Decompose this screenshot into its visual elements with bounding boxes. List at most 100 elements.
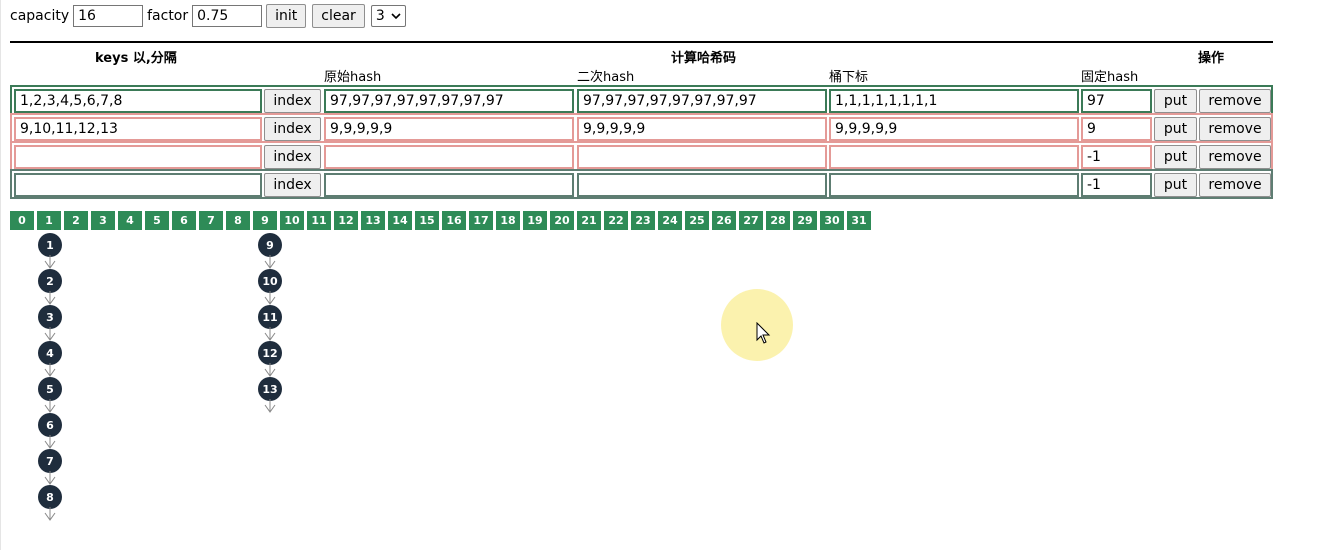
bucket-cell: 31 [847, 211, 871, 230]
bucket-cell: 19 [523, 211, 547, 230]
bucket-chain: 9 10 11 12 13 [258, 233, 282, 413]
bucket-cell: 30 [820, 211, 844, 230]
table-row: index -1 put remove [10, 141, 1273, 171]
bucket-cell: 25 [685, 211, 709, 230]
bucket-index-field[interactable] [829, 145, 1079, 169]
fixed-hash-input[interactable]: -1 [1081, 145, 1152, 169]
chain-node: 8 [38, 485, 62, 509]
bucket-strip: 0 1 2 3 4 5 6 7 8 9 10 11 12 13 14 15 16 17 18 19 20 21 22 23 24… [10, 211, 871, 230]
chain-node-wrap: 5 [38, 377, 62, 413]
keys-input[interactable]: 9,10,11,12,13 [14, 117, 262, 141]
page-left-border [0, 0, 1, 550]
bucket-cell: 18 [496, 211, 520, 230]
bucket-cell: 24 [658, 211, 682, 230]
remove-button[interactable]: remove [1199, 145, 1271, 169]
arrow-down-icon [44, 255, 56, 269]
chain-node: 7 [38, 449, 62, 473]
bucket-cell: 3 [91, 211, 115, 230]
bucket-cell: 12 [334, 211, 358, 230]
bucket-cell: 8 [226, 211, 250, 230]
subheader-raw-hash: 原始hash [324, 70, 382, 85]
bucket-cell: 1 [37, 211, 61, 230]
arrow-down-icon [264, 327, 276, 341]
table-row: 1,2,3,4,5,6,7,8 index 97,97,97,97,97,97,… [10, 85, 1273, 115]
bucket-index-field[interactable]: 9,9,9,9,9 [829, 117, 1079, 141]
remove-button[interactable]: remove [1199, 117, 1271, 141]
chain-node-wrap: 10 [258, 269, 282, 305]
chain-node: 11 [258, 305, 282, 329]
second-hash-field[interactable]: 97,97,97,97,97,97,97,97 [577, 89, 827, 113]
bucket-cell: 16 [442, 211, 466, 230]
bucket-cell: 0 [10, 211, 34, 230]
arrow-down-icon [264, 255, 276, 269]
bucket-cell: 27 [739, 211, 763, 230]
second-hash-field[interactable]: 9,9,9,9,9 [577, 117, 827, 141]
bucket-cell: 4 [118, 211, 142, 230]
header-operations: 操作 [1198, 51, 1225, 66]
table-row: 9,10,11,12,13 index 9,9,9,9,9 9,9,9,9,9 … [10, 113, 1273, 143]
bucket-cell: 23 [631, 211, 655, 230]
index-button[interactable]: index [264, 145, 321, 169]
chain-node-wrap: 7 [38, 449, 62, 485]
bucket-cell: 10 [280, 211, 304, 230]
chain-node-wrap: 9 [258, 233, 282, 269]
chain-node-wrap: 4 [38, 341, 62, 377]
raw-hash-field[interactable] [324, 173, 574, 197]
chain-node: 4 [38, 341, 62, 365]
arrow-down-icon [44, 399, 56, 413]
table-row: index -1 put remove [10, 169, 1273, 199]
fixed-hash-input[interactable]: 9 [1081, 117, 1152, 141]
bucket-cell: 17 [469, 211, 493, 230]
clear-button[interactable]: clear [312, 4, 365, 28]
chain-node: 12 [258, 341, 282, 365]
chain-node: 3 [38, 305, 62, 329]
bucket-cell: 7 [199, 211, 223, 230]
arrow-down-icon [264, 399, 276, 413]
arrow-down-icon [44, 291, 56, 305]
chain-node: 1 [38, 233, 62, 257]
index-button[interactable]: index [264, 117, 321, 141]
bucket-cell: 14 [388, 211, 412, 230]
table-top-border [10, 41, 1273, 43]
arrow-down-icon [44, 327, 56, 341]
raw-hash-field[interactable]: 97,97,97,97,97,97,97,97 [324, 89, 574, 113]
second-hash-field[interactable] [577, 173, 827, 197]
raw-hash-field[interactable]: 9,9,9,9,9 [324, 117, 574, 141]
bucket-index-field[interactable]: 1,1,1,1,1,1,1,1 [829, 89, 1079, 113]
mode-select[interactable]: 3 [370, 5, 406, 27]
bucket-cell: 5 [145, 211, 169, 230]
raw-hash-field[interactable] [324, 145, 574, 169]
put-button[interactable]: put [1154, 145, 1197, 169]
index-button[interactable]: index [264, 173, 321, 197]
arrow-down-icon [44, 363, 56, 377]
chain-node-wrap: 11 [258, 305, 282, 341]
remove-button[interactable]: remove [1199, 173, 1271, 197]
keys-input[interactable]: 1,2,3,4,5,6,7,8 [14, 89, 262, 113]
bucket-cell: 11 [307, 211, 331, 230]
bucket-cell: 13 [361, 211, 385, 230]
keys-input[interactable] [14, 145, 262, 169]
remove-button[interactable]: remove [1199, 89, 1271, 113]
subheader-bucket-index: 桶下标 [829, 70, 869, 85]
bucket-cell: 6 [172, 211, 196, 230]
put-button[interactable]: put [1154, 89, 1197, 113]
fixed-hash-input[interactable]: -1 [1081, 173, 1152, 197]
bucket-cell: 29 [793, 211, 817, 230]
put-button[interactable]: put [1154, 117, 1197, 141]
controls-bar: capacity factor init clear 3 [10, 4, 406, 28]
capacity-input[interactable] [73, 5, 144, 27]
index-button[interactable]: index [264, 89, 321, 113]
chain-node: 6 [38, 413, 62, 437]
mouse-cursor-icon [756, 322, 771, 344]
bucket-cell: 21 [577, 211, 601, 230]
second-hash-field[interactable] [577, 145, 827, 169]
put-button[interactable]: put [1154, 173, 1197, 197]
keys-input[interactable] [14, 173, 262, 197]
bucket-index-field[interactable] [829, 173, 1079, 197]
bucket-cell: 28 [766, 211, 790, 230]
factor-input[interactable] [192, 5, 263, 27]
fixed-hash-input[interactable]: 97 [1081, 89, 1152, 113]
arrow-down-icon [264, 291, 276, 305]
arrow-down-icon [44, 507, 56, 521]
init-button[interactable]: init [266, 4, 307, 28]
